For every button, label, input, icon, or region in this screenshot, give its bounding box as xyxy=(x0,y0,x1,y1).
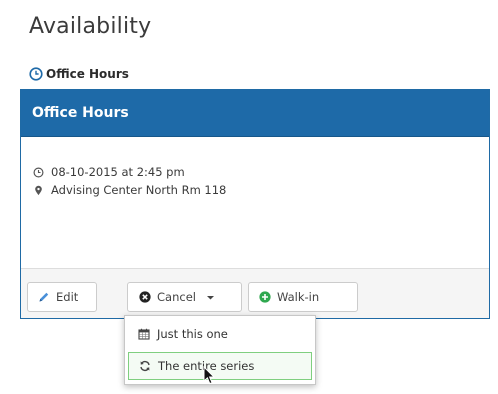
event-datetime: 08-10-2015 at 2:45 pm xyxy=(51,165,185,179)
page-title: Availability xyxy=(29,14,152,39)
walk-in-button-label: Walk-in xyxy=(277,290,320,304)
menu-item-entire-series[interactable]: The entire series xyxy=(128,352,312,380)
menu-item-just-this-one[interactable]: Just this one xyxy=(128,320,312,348)
office-hours-panel: Office Hours 08-10-2015 at 2:45 pm Advis… xyxy=(20,89,490,319)
refresh-icon xyxy=(140,360,150,372)
panel-title: Office Hours xyxy=(32,105,129,121)
plus-circle-icon xyxy=(259,291,271,303)
event-details: 08-10-2015 at 2:45 pm Advising Center No… xyxy=(33,163,226,199)
cancel-icon xyxy=(139,291,151,303)
event-location: Advising Center North Rm 118 xyxy=(51,183,227,197)
mouse-pointer-icon xyxy=(203,366,216,385)
map-marker-icon xyxy=(35,185,42,195)
event-location-row: Advising Center North Rm 118 xyxy=(33,181,226,199)
cancel-dropdown-button[interactable]: Cancel xyxy=(127,282,242,312)
office-hours-tab-label: Office Hours xyxy=(46,67,129,81)
edit-button[interactable]: Edit xyxy=(27,282,97,312)
panel-footer: Edit Cancel Walk-in xyxy=(21,268,489,318)
cancel-dropdown-menu: Just this one The entire series xyxy=(124,315,316,385)
caret-down-icon xyxy=(206,295,214,299)
panel-header: Office Hours xyxy=(21,90,489,137)
event-datetime-row: 08-10-2015 at 2:45 pm xyxy=(33,163,226,181)
cancel-button-label: Cancel xyxy=(157,290,196,304)
clock-icon xyxy=(29,67,43,81)
office-hours-tab[interactable]: Office Hours xyxy=(29,64,129,84)
pencil-icon xyxy=(39,292,49,302)
calendar-icon xyxy=(138,328,150,340)
menu-item-label: Just this one xyxy=(157,327,228,341)
edit-button-label: Edit xyxy=(56,290,79,304)
clock-icon xyxy=(33,167,44,177)
walk-in-button[interactable]: Walk-in xyxy=(248,282,358,312)
